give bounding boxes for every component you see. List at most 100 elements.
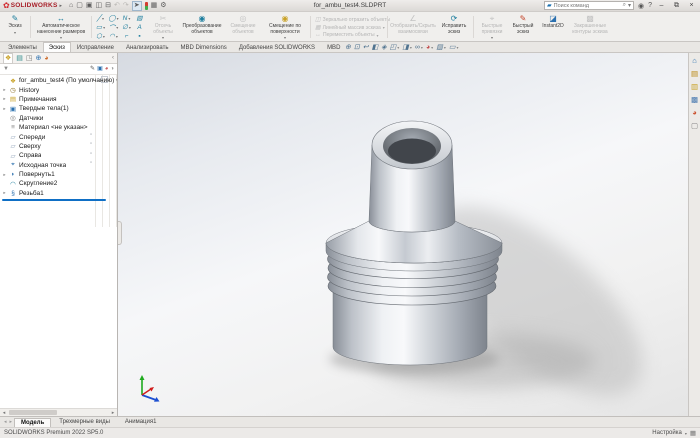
dimxpertmanager-tab[interactable]: ⊕ [36,54,42,63]
display-style-icon[interactable]: ◨▾ [402,43,412,51]
rectangle-icon[interactable]: ▭▾ [94,23,107,32]
offset-on-surface-button[interactable]: ◉ Смещение по поверхности ▾ [262,13,308,41]
dynamic-annotation-icon[interactable]: ◈ [381,43,386,51]
tree-item-right-plane[interactable]: ▱ Справа [0,151,117,160]
corner-icon[interactable]: ⌐ [120,32,133,41]
tab-3d-views[interactable]: Трехмерные виды [52,417,117,427]
display-pane-display-mode-icon[interactable]: ▣ [97,66,103,73]
display-pane-pencil-icon[interactable]: ✎ [90,66,95,73]
file-explorer-icon[interactable]: ▥ [691,83,698,91]
search-input[interactable] [554,3,621,9]
tree-item-thread1[interactable]: ▸ § Резьба1 [0,189,117,198]
instant2d-button[interactable]: ◪ Instant2D [538,13,568,41]
tree-item-material[interactable]: ≡ Материал <не указан> [0,123,117,132]
new-document-icon[interactable]: ▢ [76,2,83,10]
offset-surface-dropdown-icon[interactable]: ▾ [284,36,286,40]
solidworks-resources-icon[interactable]: ⌂ [692,57,697,65]
apply-scene-icon[interactable]: ▨▾ [436,43,446,51]
sketch-dropdown-icon[interactable]: ▾ [14,31,16,35]
expand-arrow-icon[interactable]: ▸ [2,106,7,112]
design-library-icon[interactable]: ▤ [691,70,698,78]
view-settings-icon[interactable]: ▭▾ [449,43,459,51]
expand-arrow-icon[interactable]: ▸ [2,96,7,102]
tabs-scroll-right-icon[interactable]: ▸ [9,419,14,425]
spline-icon[interactable]: N▾ [120,14,133,23]
file-properties-icon[interactable]: ▦ [151,2,158,10]
tree-item-history[interactable]: ▸ ◷ History [0,85,117,94]
tree-item-origin[interactable]: ⌖ Исходная точка [0,161,117,170]
filter-icon[interactable]: ▼ [3,66,9,72]
scroll-left-icon[interactable]: ◂ [0,410,8,416]
convert-entities-button[interactable]: ◉ Преобразование объектов [180,13,224,41]
ellipse-icon[interactable]: ∅▾ [120,23,133,32]
tabs-scroll-left-icon[interactable]: ◂ [3,419,8,425]
scrollbar-thumb[interactable] [9,410,57,415]
tree-item-solid-bodies[interactable]: ▸ ▣ Твердые тела(1) [0,104,117,113]
collapse-display-pane-icon[interactable]: ‹ [112,55,114,61]
tree-root[interactable]: ❖ for_ambu_test4 (По умолчанию) <<По [0,76,117,85]
sketch-picture-icon[interactable]: ▧ [133,14,146,23]
line-icon[interactable]: ╱▾ [94,14,107,23]
graphics-viewport[interactable] [118,53,688,416]
search-icon[interactable]: ⌕ [623,2,626,9]
tab-features[interactable]: Элементы [2,42,43,52]
smart-dimension-dropdown-icon[interactable]: ▾ [60,36,62,40]
tab-evaluate[interactable]: Анализировать [120,42,174,52]
tab-motion-study[interactable]: Анимация1 [118,417,164,427]
rebuild-icon[interactable] [145,2,148,10]
featuremanager-tab[interactable]: ❖ [3,53,13,64]
restore-button[interactable]: ⧉ [671,1,682,11]
scroll-right-icon[interactable]: ▸ [109,410,117,416]
status-tag-icon[interactable]: ▦ [690,429,696,437]
tree-item-front-plane[interactable]: ▱ Спереди [0,132,117,141]
model-3d-part[interactable] [118,53,688,416]
home-icon[interactable]: ⌂ [69,2,73,10]
tree-item-sensors[interactable]: ◎ Датчики [0,114,117,123]
minimize-button[interactable]: – [656,1,667,11]
view-palette-icon[interactable]: ▩ [691,96,698,104]
tree-horizontal-scrollbar[interactable]: ◂ ▸ [0,408,117,416]
expand-arrow-icon[interactable]: ▸ [2,190,7,196]
view-orientation-icon[interactable]: ◰▾ [390,43,400,51]
search-dropdown-icon[interactable]: ▾ [628,2,631,9]
print-icon[interactable]: ⊟ [105,2,111,10]
open-document-icon[interactable]: ▣ [86,2,93,10]
repair-sketch-button[interactable]: ⟳ Исправить эскиз [437,13,471,41]
rapid-sketch-button[interactable]: ✎ Быстрый эскиз [509,13,537,41]
point-icon[interactable]: ▪ [133,32,146,41]
configurationmanager-tab[interactable]: ◳ [26,54,33,63]
propertymanager-tab[interactable]: ▤ [16,54,23,63]
tree-item-revolve1[interactable]: ▸ ◗ Повернуть1 [0,170,117,179]
menu-flyout-icon[interactable]: ▸ [59,3,62,9]
display-pane-transparency-icon[interactable]: ◑ [110,66,114,73]
tree-item-annotations[interactable]: ▸ ▤ Примечания [0,95,117,104]
tab-model[interactable]: Модель [14,418,51,427]
customize-dropdown-icon[interactable]: ▾ [685,431,687,436]
help-icon[interactable]: ? [648,2,652,9]
hide-show-items-icon[interactable]: ∞▾ [415,44,423,51]
panel-splitter-handle[interactable] [118,221,122,245]
tab-markup[interactable]: Исправление [71,42,120,52]
command-search[interactable]: ▰ ⌕ ▾ [544,1,634,10]
text-icon[interactable]: A [133,23,146,32]
sketch-fillet-icon[interactable]: ◠▾ [107,32,120,41]
login-icon[interactable]: ◉ [638,2,644,10]
tab-sketch[interactable]: Эскиз [43,42,71,52]
rollback-bar[interactable] [2,199,106,201]
custom-properties-icon[interactable]: ▢ [691,122,698,130]
edit-appearance-icon[interactable]: ◕▾ [426,44,433,51]
appearances-icon[interactable]: ◕ [692,109,697,117]
redo-icon[interactable]: ↷ [123,2,129,10]
close-button[interactable]: × [686,1,697,11]
sketch-button[interactable]: ✎ Эскиз ▾ [2,13,28,41]
displaymanager-tab[interactable]: ◕ [44,54,48,63]
customize-button[interactable]: Настройка [652,430,682,436]
section-view-icon[interactable]: ◧ [372,43,379,51]
expand-arrow-icon[interactable]: ▸ [2,172,7,178]
tab-solidworks-addins[interactable]: Добавления SOLIDWORKS [233,42,321,52]
zoom-fit-icon[interactable]: ⊕ [345,43,351,51]
previous-view-icon[interactable]: ↩ [363,43,369,51]
polygon-icon[interactable]: ⬡▾ [94,32,107,41]
display-pane-appearance-icon[interactable]: ◕ [105,66,109,73]
options-icon[interactable]: ⚙ [160,2,166,10]
